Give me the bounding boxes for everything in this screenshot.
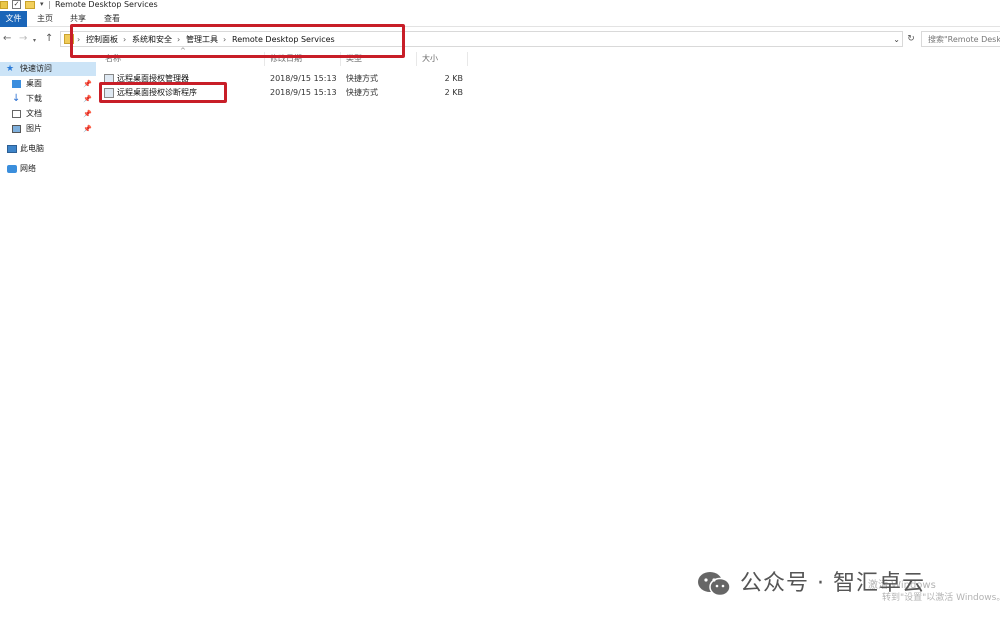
pin-icon[interactable]: 📌 <box>83 92 92 106</box>
tab-home[interactable]: 主页 <box>37 11 53 27</box>
pin-icon[interactable]: 📌 <box>83 77 92 91</box>
highlight-box-file <box>99 82 227 103</box>
nav-item-label: 桌面 <box>26 79 42 88</box>
highlight-box-address <box>70 24 405 58</box>
recent-locations-icon[interactable]: ▾ <box>33 34 36 48</box>
new-folder-icon[interactable] <box>25 1 35 9</box>
chevron-down-icon[interactable]: ⌄ <box>893 32 900 47</box>
back-arrow-icon[interactable]: ← <box>3 32 11 46</box>
wechat-logo-icon <box>698 572 731 597</box>
refresh-icon[interactable]: ↻ <box>904 31 918 47</box>
nav-item-desktop[interactable]: 桌面 📌 <box>0 77 96 91</box>
nav-item-label: 此电脑 <box>20 144 44 153</box>
file-date: 2018/9/15 15:13 <box>270 88 337 97</box>
window-title: Remote Desktop Services <box>55 0 158 9</box>
title-bar: ✓ ▾ Remote Desktop Services <box>0 0 1000 11</box>
file-size: 2 KB <box>444 74 463 83</box>
computer-icon <box>7 145 17 153</box>
tab-file[interactable]: 文件 <box>0 11 27 27</box>
pin-icon[interactable]: 📌 <box>83 122 92 136</box>
pin-icon[interactable]: 📌 <box>83 107 92 121</box>
nav-item-label: 文档 <box>26 109 42 118</box>
nav-item-downloads[interactable]: ↓ 下载 📌 <box>0 92 96 106</box>
star-icon: ★ <box>6 64 15 74</box>
nav-item-pictures[interactable]: 图片 📌 <box>0 122 96 136</box>
network-icon <box>7 165 17 173</box>
nav-item-label: 快速访问 <box>20 64 52 73</box>
file-date: 2018/9/15 15:13 <box>270 74 337 83</box>
nav-item-quick-access[interactable]: ★ 快速访问 <box>0 62 96 76</box>
file-type: 快捷方式 <box>346 74 378 83</box>
nav-item-documents[interactable]: 文档 📌 <box>0 107 96 121</box>
toolbar-divider <box>49 1 50 9</box>
file-size: 2 KB <box>444 88 463 97</box>
watermark-text: 公众号 · 智汇卓云 <box>740 571 925 596</box>
navigation-pane: ★ 快速访问 桌面 📌 ↓ 下载 📌 文档 📌 图片 📌 此电脑 网络 <box>0 58 96 624</box>
document-icon <box>12 110 21 118</box>
properties-icon[interactable]: ✓ <box>12 0 21 9</box>
column-header-size[interactable]: 大小 <box>422 52 438 66</box>
download-icon: ↓ <box>12 93 21 104</box>
nav-item-this-pc[interactable]: 此电脑 <box>0 142 96 156</box>
nav-item-label: 网络 <box>20 164 36 173</box>
nav-item-network[interactable]: 网络 <box>0 162 96 176</box>
nav-item-label: 图片 <box>26 124 42 133</box>
search-placeholder: 搜索"Remote Deskto <box>928 35 1000 44</box>
desktop-icon <box>12 80 21 88</box>
folder-icon <box>0 1 8 9</box>
customize-toolbar-icon[interactable]: ▾ <box>40 0 44 9</box>
picture-icon <box>12 125 21 133</box>
up-arrow-icon[interactable]: ↑ <box>45 32 53 46</box>
search-input[interactable]: 搜索"Remote Deskto <box>921 31 1000 47</box>
column-divider[interactable] <box>467 52 468 66</box>
column-divider[interactable] <box>416 52 417 66</box>
nav-item-label: 下载 <box>26 94 42 103</box>
file-type: 快捷方式 <box>346 88 378 97</box>
forward-arrow-icon[interactable]: → <box>19 32 27 46</box>
